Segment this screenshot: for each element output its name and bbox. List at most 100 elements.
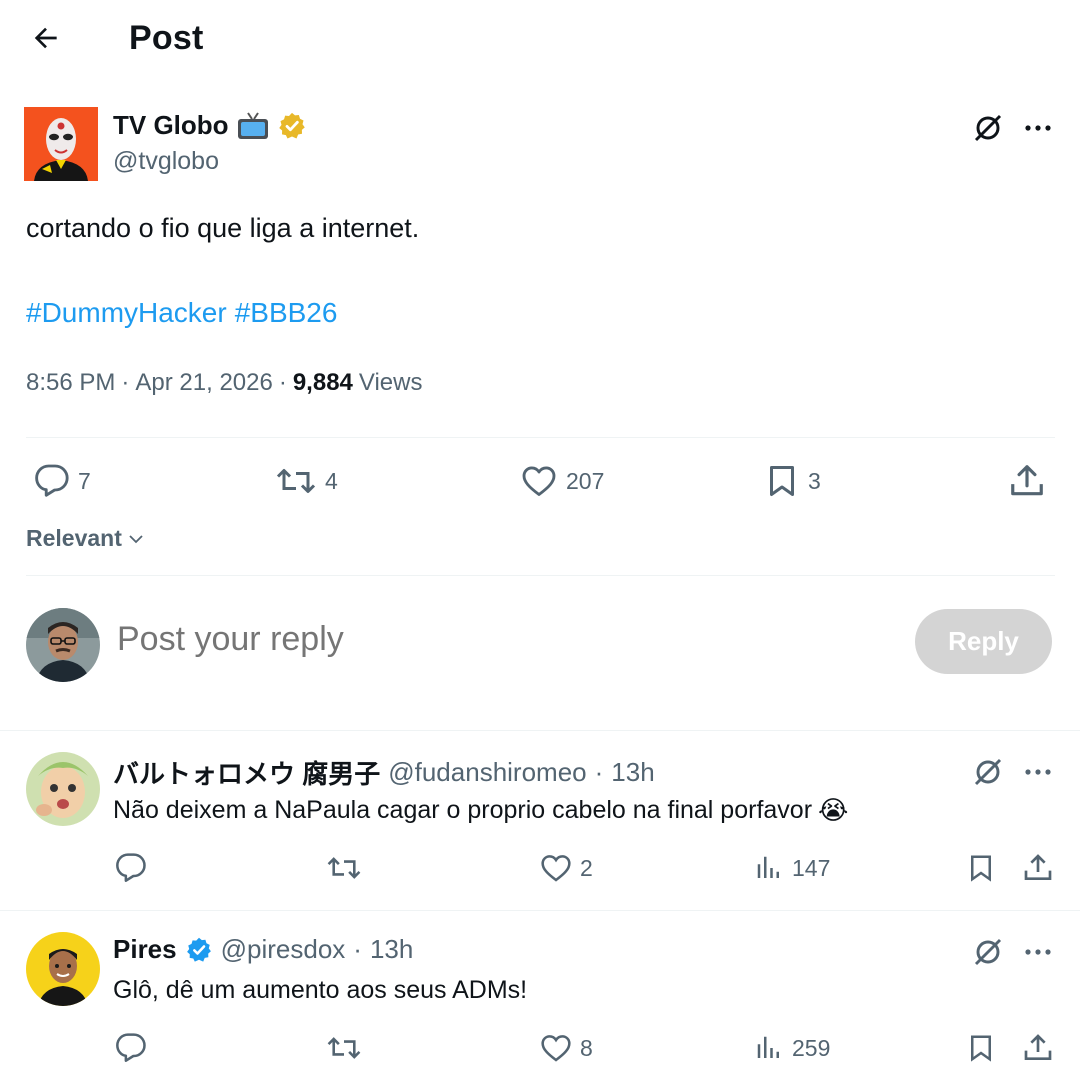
more-button[interactable] [1018, 108, 1058, 148]
reply-author-handle[interactable]: @piresdox [221, 934, 346, 965]
post-time[interactable]: 8:56 PM [26, 369, 115, 397]
reply-action[interactable]: 7 [34, 455, 91, 507]
more-icon [1025, 125, 1051, 131]
like-action[interactable]: 8 [540, 1028, 593, 1068]
share-action[interactable] [1008, 455, 1046, 507]
reply-post[interactable]: Pires @piresdox · 13h Glô, dê um aumento… [0, 910, 1080, 1080]
repost-count: 4 [325, 467, 338, 494]
divider [26, 437, 1055, 438]
post-meta: 8:56 PM · Apr 21, 2026 · 9,884 Views [26, 369, 422, 397]
repost-icon [276, 469, 316, 493]
gold-verified-icon[interactable] [277, 111, 307, 141]
author-name[interactable]: TV Globo [113, 110, 307, 141]
repost-action[interactable] [326, 848, 362, 888]
reply-action[interactable] [115, 1028, 147, 1068]
like-icon [541, 855, 571, 882]
views-icon [757, 856, 779, 878]
more-button[interactable] [1018, 932, 1058, 972]
reply-action[interactable] [115, 848, 147, 888]
bookmark-icon [971, 1035, 991, 1062]
like-count: 2 [580, 854, 593, 881]
more-button[interactable] [1018, 752, 1058, 792]
like-action[interactable]: 207 [520, 455, 604, 507]
reply-input[interactable] [117, 620, 817, 659]
like-count: 8 [580, 1034, 593, 1061]
grok-icon [974, 938, 1002, 966]
author-handle[interactable]: @tvglobo [113, 147, 219, 176]
reply-text-body: Não deixem a NaPaula cagar o proprio cab… [113, 796, 813, 824]
post-actions: 7 4 207 3 [0, 455, 1080, 507]
chevron-down-icon [129, 534, 143, 543]
tv-emoji-icon [237, 111, 268, 139]
like-icon [541, 1035, 571, 1062]
bookmark-action[interactable] [966, 848, 996, 888]
reply-actions: 8 259 [0, 1028, 1080, 1068]
share-icon [1024, 1034, 1052, 1060]
reply-header: Pires @piresdox · 13h [113, 934, 413, 965]
grok-button[interactable] [968, 932, 1008, 972]
views-count: 259 [792, 1034, 831, 1061]
reply-button[interactable]: Reply [915, 609, 1052, 674]
grok-icon [974, 758, 1002, 786]
reply-time[interactable]: 13h [611, 757, 654, 788]
views-action[interactable]: 259 [754, 1028, 830, 1068]
avatar[interactable] [26, 752, 100, 826]
sort-dropdown[interactable]: Relevant [26, 525, 146, 552]
repost-action[interactable]: 4 [275, 455, 338, 507]
share-icon [1024, 854, 1052, 880]
more-icon [1025, 769, 1051, 775]
sort-label: Relevant [26, 525, 122, 551]
back-button[interactable] [26, 18, 66, 58]
bookmark-action[interactable]: 3 [764, 455, 821, 507]
views-count: 147 [792, 854, 831, 881]
grok-button[interactable] [968, 752, 1008, 792]
post-author: TV Globo @tvglobo [0, 100, 1080, 190]
share-icon [1011, 465, 1043, 496]
grok-button[interactable] [968, 108, 1008, 148]
bookmark-icon [971, 855, 991, 882]
post-date[interactable]: Apr 21, 2026 [135, 369, 272, 397]
reply-count: 7 [78, 467, 91, 494]
reply-author-handle[interactable]: @fudanshiromeo [388, 757, 586, 788]
reply-text: Glô, dê um aumento aos seus ADMs! [113, 974, 527, 1006]
reply-author-name[interactable]: Pires [113, 934, 177, 965]
reply-text: Não deixem a NaPaula cagar o proprio cab… [113, 794, 848, 826]
meta-separator: · [278, 369, 287, 396]
back-arrow-icon [34, 27, 57, 49]
hashtag-link[interactable]: #DummyHacker [26, 297, 227, 329]
share-action[interactable] [1022, 1028, 1054, 1068]
meta-separator: · [121, 369, 130, 396]
avatar[interactable] [26, 608, 100, 682]
repost-icon [327, 857, 361, 879]
page-title: Post [129, 19, 204, 57]
hashtag-link[interactable]: #BBB26 [235, 297, 338, 329]
meta-separator: · [353, 934, 362, 964]
bookmark-icon [770, 466, 794, 496]
bookmark-count: 3 [808, 467, 821, 494]
meta-separator: · [594, 757, 604, 787]
like-count: 207 [566, 467, 605, 494]
more-icon [1025, 949, 1051, 955]
repost-action[interactable] [326, 1028, 362, 1068]
reply-icon [116, 853, 146, 882]
avatar[interactable] [26, 932, 100, 1006]
views-count: 9,884 [292, 369, 353, 396]
reply-icon [116, 1033, 146, 1062]
like-action[interactable]: 2 [540, 848, 593, 888]
post-text: cortando o fio que liga a internet. [26, 213, 420, 243]
crying-emoji-icon: 😭 [818, 795, 849, 825]
reply-post[interactable]: バルトォロメウ 腐男子 @fudanshiromeo · 13h Não dei… [0, 730, 1080, 910]
author-name-text: TV Globo [113, 110, 229, 140]
share-action[interactable] [1022, 848, 1054, 888]
reply-author-name[interactable]: バルトォロメウ 腐男子 [113, 754, 380, 791]
grok-icon [974, 114, 1002, 142]
divider [26, 575, 1055, 576]
views-action[interactable]: 147 [754, 848, 830, 888]
avatar[interactable] [24, 107, 98, 181]
bookmark-action[interactable] [966, 1028, 996, 1068]
blue-verified-icon[interactable] [185, 936, 213, 964]
views-label: Views [358, 369, 423, 396]
reply-time[interactable]: 13h [370, 934, 413, 965]
reply-icon [35, 464, 69, 497]
reply-actions: 2 147 [0, 848, 1080, 888]
